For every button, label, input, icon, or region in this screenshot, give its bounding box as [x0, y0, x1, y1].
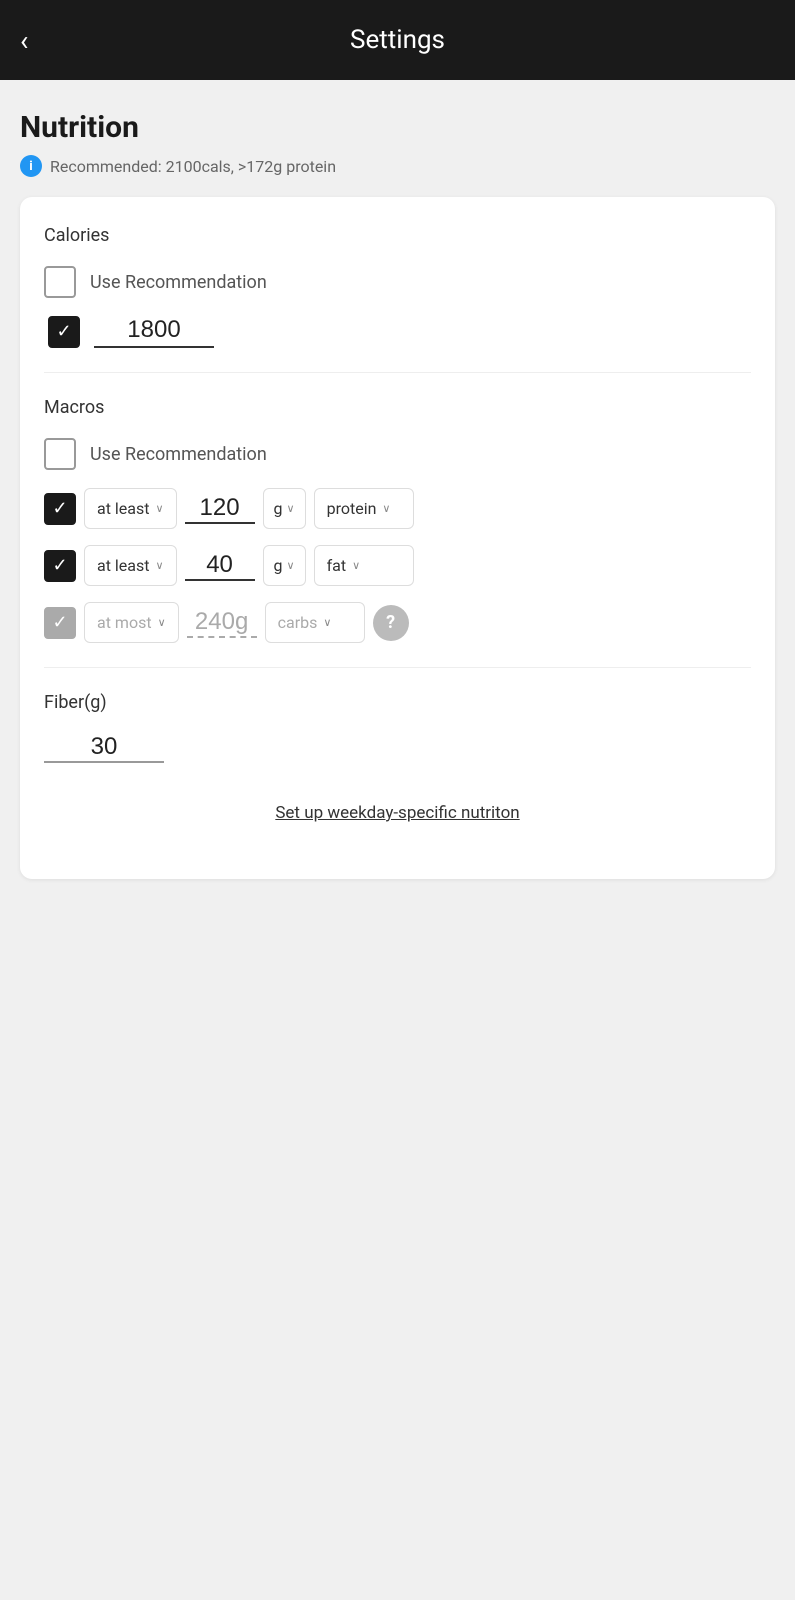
- calories-use-recommendation-label: Use Recommendation: [90, 272, 267, 293]
- checkmark-icon: ✓: [52, 500, 67, 518]
- macros-use-recommendation-row: Use Recommendation: [44, 438, 751, 470]
- macro-carbs-nutrient-dropdown[interactable]: carbs ∨: [265, 602, 365, 643]
- macro-protein-condition-dropdown[interactable]: at least ∨: [84, 488, 177, 529]
- calories-custom-checkbox[interactable]: ✓: [48, 316, 80, 348]
- macro-protein-checkbox[interactable]: ✓: [44, 493, 76, 525]
- header: ‹ Settings: [0, 0, 795, 80]
- chevron-down-icon: ∨: [382, 502, 390, 515]
- divider-macros-fiber: [44, 667, 751, 668]
- recommendation-text: Recommended: 2100cals, >172g protein: [50, 157, 336, 176]
- chevron-down-icon: ∨: [287, 559, 295, 572]
- chevron-down-icon: ∨: [155, 502, 163, 515]
- recommendation-row: i Recommended: 2100cals, >172g protein: [20, 155, 775, 177]
- fiber-label: Fiber(g): [44, 692, 751, 713]
- back-button[interactable]: ‹: [20, 24, 60, 57]
- calories-custom-row: ✓: [44, 316, 751, 348]
- macro-row-fat: ✓ at least ∨ g ∨ fat ∨: [44, 545, 751, 586]
- calories-use-recommendation-checkbox[interactable]: [44, 266, 76, 298]
- weekday-nutrition-link[interactable]: Set up weekday-specific nutriton: [275, 803, 519, 823]
- page-title: Nutrition: [20, 110, 775, 145]
- info-icon[interactable]: i: [20, 155, 42, 177]
- macro-carbs-checkbox[interactable]: ✓: [44, 607, 76, 639]
- chevron-down-icon: ∨: [158, 616, 166, 629]
- checkmark-icon: ✓: [52, 557, 67, 575]
- chevron-down-icon: ∨: [352, 559, 360, 572]
- footer-link-container: Set up weekday-specific nutriton: [44, 803, 751, 843]
- macro-fat-value-input[interactable]: [185, 551, 255, 581]
- chevron-down-icon: ∨: [155, 559, 163, 572]
- macro-carbs-value-input[interactable]: [187, 608, 257, 638]
- macros-use-recommendation-label: Use Recommendation: [90, 444, 267, 465]
- macros-use-recommendation-checkbox[interactable]: [44, 438, 76, 470]
- checkmark-icon: ✓: [56, 323, 71, 341]
- main-content: Nutrition i Recommended: 2100cals, >172g…: [0, 80, 795, 919]
- header-title: Settings: [350, 25, 445, 55]
- macro-protein-nutrient-dropdown[interactable]: protein ∨: [314, 488, 414, 529]
- macro-fat-unit-dropdown[interactable]: g ∨: [263, 545, 306, 586]
- divider-calories-macros: [44, 372, 751, 373]
- macros-section: Macros Use Recommendation ✓ at least ∨ g: [44, 397, 751, 643]
- checkmark-icon: ✓: [52, 614, 67, 632]
- macro-protein-value-input[interactable]: [185, 494, 255, 524]
- chevron-down-icon: ∨: [287, 502, 295, 515]
- calories-use-recommendation-row: Use Recommendation: [44, 266, 751, 298]
- question-icon[interactable]: ?: [373, 605, 409, 641]
- macro-protein-unit-dropdown[interactable]: g ∨: [263, 488, 306, 529]
- macro-row-protein: ✓ at least ∨ g ∨ protein ∨: [44, 488, 751, 529]
- settings-card: Calories Use Recommendation ✓ Macros Use…: [20, 197, 775, 879]
- macro-fat-nutrient-dropdown[interactable]: fat ∨: [314, 545, 414, 586]
- macro-row-carbs: ✓ at most ∨ carbs ∨ ?: [44, 602, 751, 643]
- calories-label: Calories: [44, 225, 751, 246]
- fiber-input-row: [44, 733, 751, 763]
- fiber-value-input[interactable]: [44, 733, 164, 763]
- calories-value-input[interactable]: [94, 316, 214, 348]
- fiber-section: Fiber(g): [44, 692, 751, 763]
- chevron-down-icon: ∨: [323, 616, 331, 629]
- macros-label: Macros: [44, 397, 751, 418]
- macro-carbs-condition-dropdown[interactable]: at most ∨: [84, 602, 179, 643]
- macro-fat-checkbox[interactable]: ✓: [44, 550, 76, 582]
- macro-fat-condition-dropdown[interactable]: at least ∨: [84, 545, 177, 586]
